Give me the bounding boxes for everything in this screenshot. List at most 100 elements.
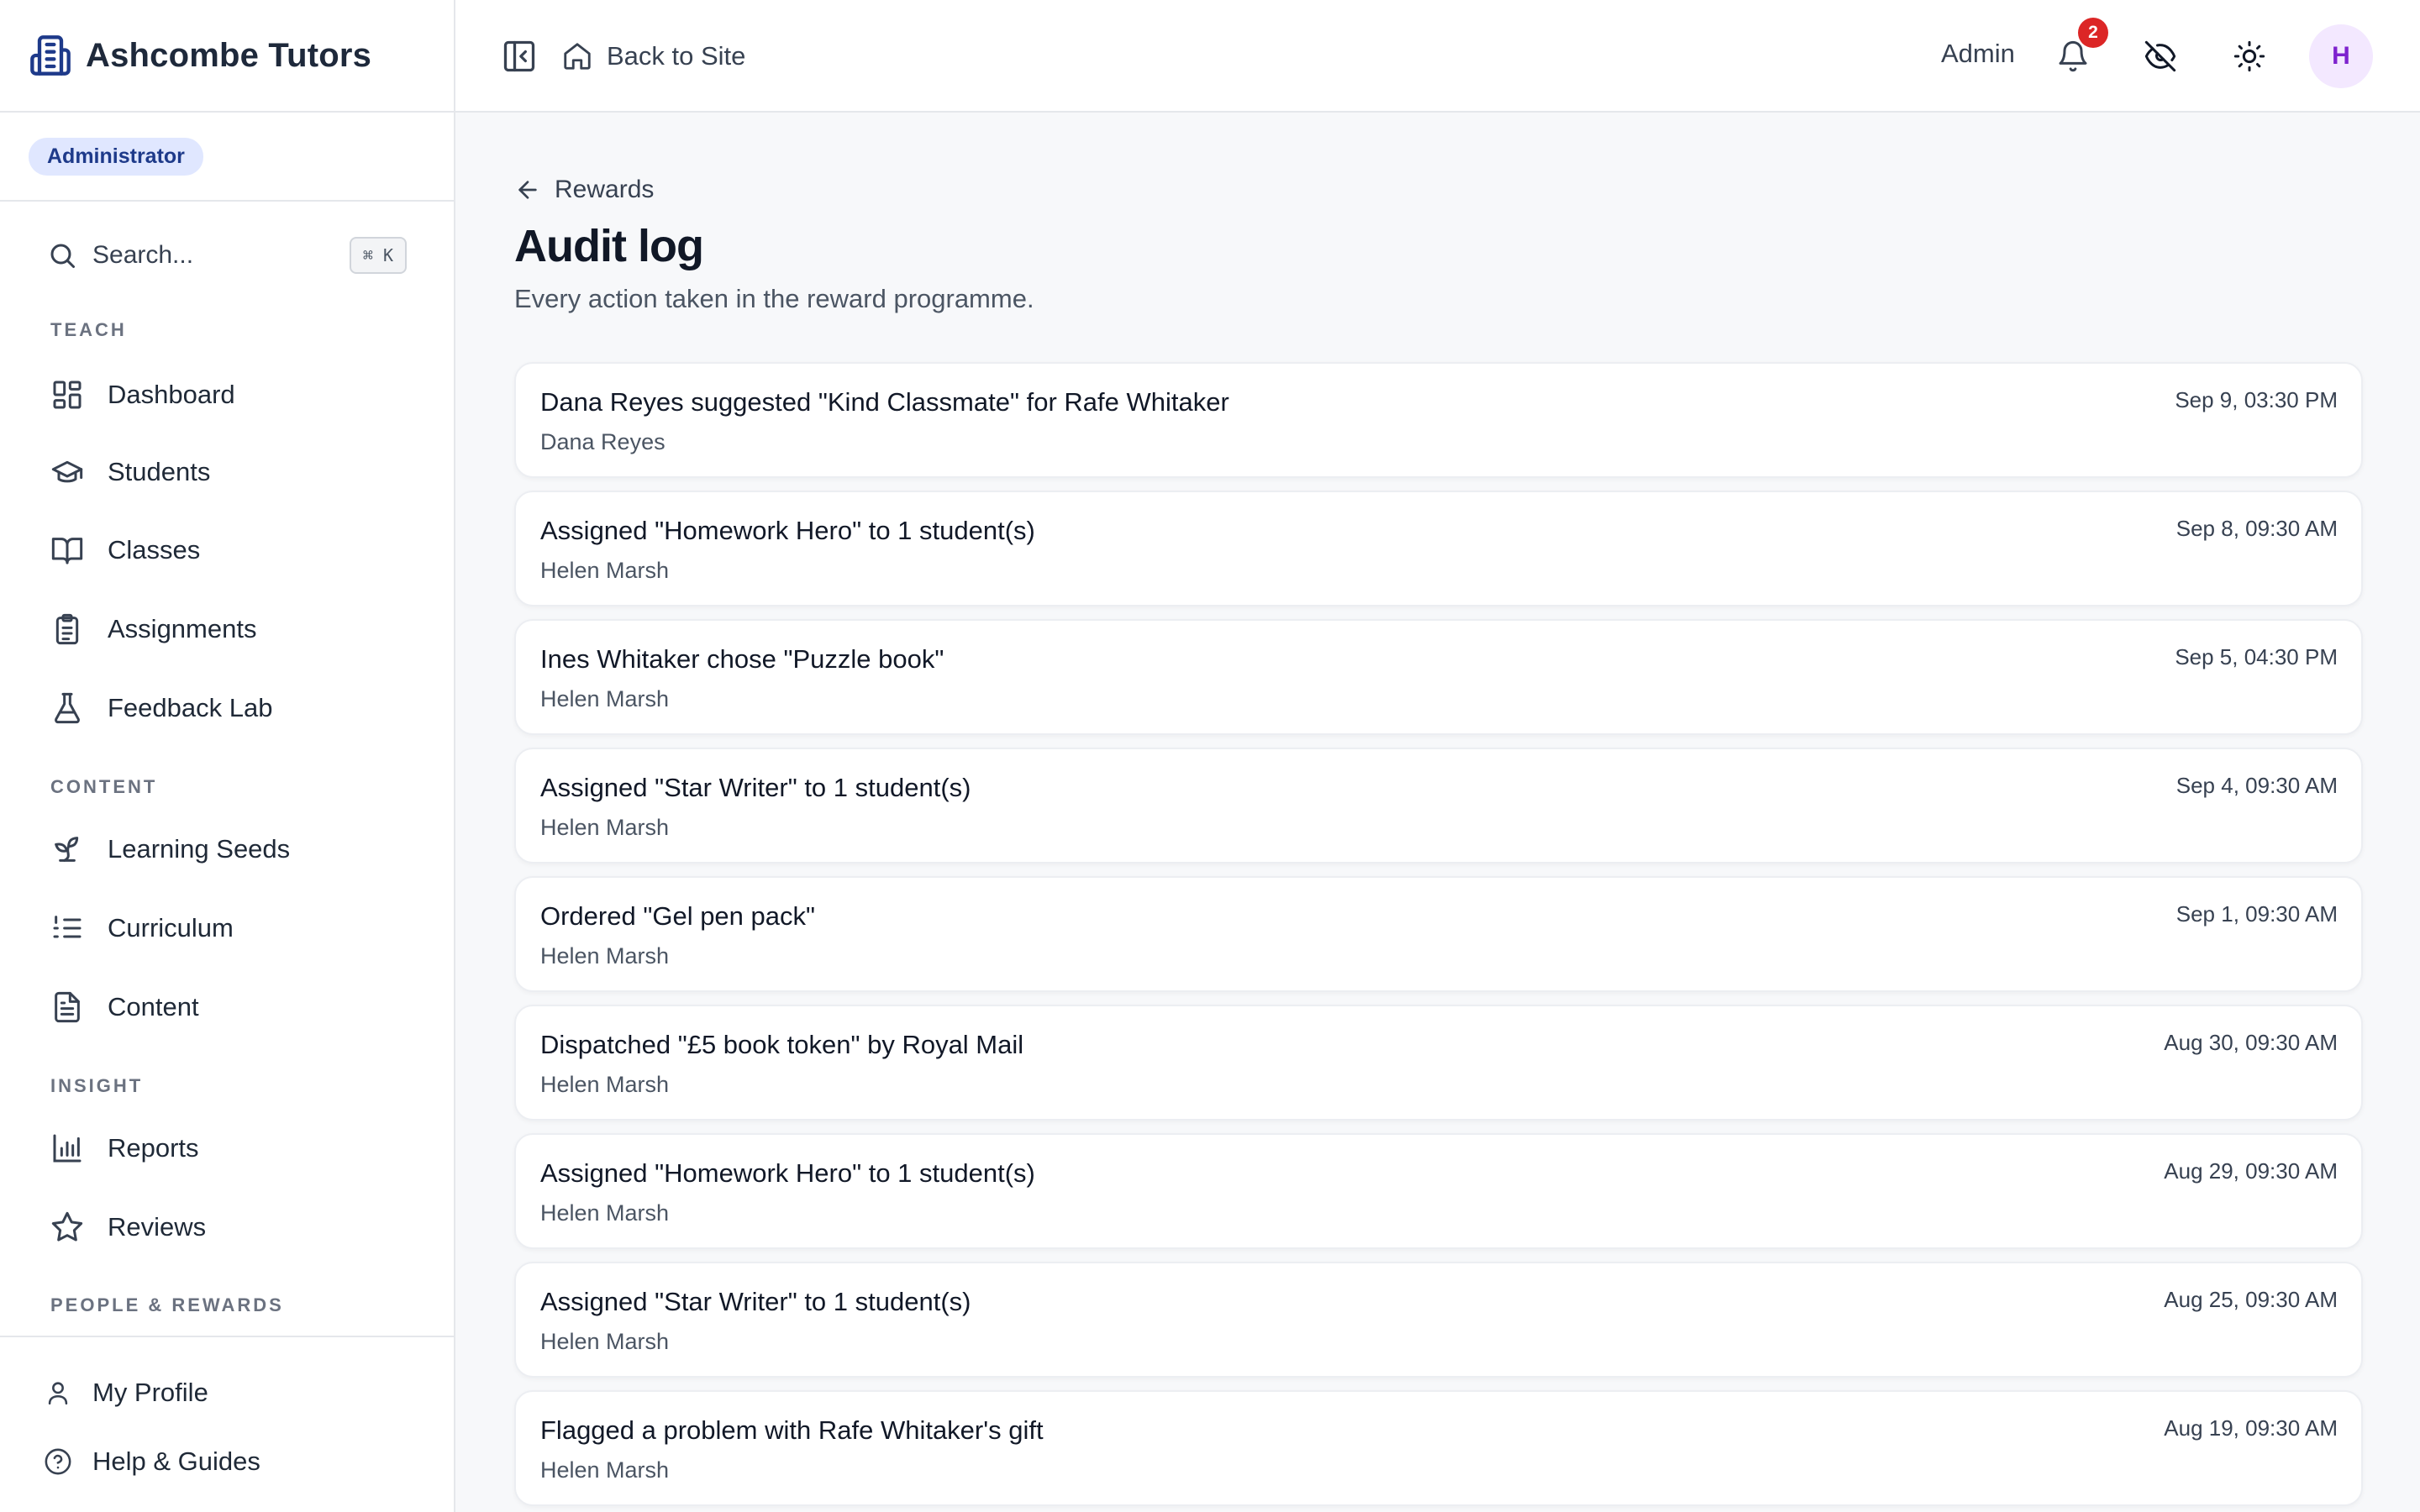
entry-actor: Helen Marsh [540, 1200, 670, 1226]
sidebar-item-label: Students [108, 457, 211, 486]
audit-log-entry: Flagged a problem with Rafe Whitaker's g… [514, 1390, 2363, 1506]
sprout-icon [55, 837, 79, 862]
sidebar-item-label: Classes [108, 535, 201, 564]
search-shortcut: ⌘ K [349, 237, 407, 274]
section-teach: TEACH [50, 319, 127, 340]
admin-label[interactable]: Admin [1941, 39, 2015, 69]
back-to-site-link[interactable]: Back to Site [561, 35, 745, 77]
entry-action: Ines Whitaker chose "Puzzle book" [540, 644, 944, 674]
entry-action: Dispatched "£5 book token" by Royal Mail [540, 1030, 1024, 1059]
entry-action: Assigned "Homework Hero" to 1 student(s) [540, 1158, 1035, 1188]
search-label: Search... [92, 241, 194, 269]
sidebar-item-reviews[interactable]: Reviews [50, 1202, 206, 1252]
audit-log-entry: Dispatched "£5 book token" by Royal Mail… [514, 1005, 2363, 1121]
page-subtitle: Every action taken in the reward program… [514, 284, 1034, 313]
entry-timestamp: Sep 8, 09:30 AM [2175, 516, 2338, 541]
entry-action: Assigned "Star Writer" to 1 student(s) [540, 1287, 971, 1316]
sidebar-item-label: Reviews [108, 1212, 207, 1242]
section-content: CONTENT [50, 776, 158, 797]
sidebar-item-classes[interactable]: Classes [50, 525, 200, 575]
audit-log-entry: Ines Whitaker chose "Puzzle book" Helen … [514, 619, 2363, 735]
entry-timestamp: Aug 30, 09:30 AM [2164, 1030, 2338, 1055]
sidebar-item-label: Reports [108, 1133, 199, 1163]
breadcrumb-back-link[interactable]: Rewards [514, 171, 654, 208]
help-circle-icon [45, 1448, 71, 1475]
theme-toggle-button[interactable] [2230, 37, 2269, 76]
topbar: Back to Site Admin 2 H [455, 0, 2420, 113]
entry-timestamp: Aug 19, 09:30 AM [2164, 1415, 2338, 1441]
audit-log-entry: Dana Reyes suggested "Kind Classmate" fo… [514, 362, 2363, 478]
sidebar-footer: My Profile Help & Guides [0, 1336, 454, 1512]
arrow-left-icon [518, 181, 537, 199]
sidebar-item-learning-seeds[interactable]: Learning Seeds [50, 824, 290, 874]
sidebar-search[interactable]: Search... ⌘ K [47, 235, 407, 276]
entry-action: Assigned "Homework Hero" to 1 student(s) [540, 516, 1035, 545]
star-icon [51, 1211, 83, 1242]
sidebar-item-label: Content [108, 992, 199, 1021]
entry-action: Assigned "Star Writer" to 1 student(s) [540, 773, 971, 802]
audit-log-entry: Assigned "Homework Hero" to 1 student(s)… [514, 491, 2363, 606]
search-icon [50, 244, 75, 268]
sidebar-item-reports[interactable]: Reports [50, 1123, 199, 1173]
sun-icon [2233, 40, 2265, 72]
entry-action: Flagged a problem with Rafe Whitaker's g… [540, 1415, 1044, 1445]
entry-actor: Dana Reyes [540, 429, 666, 454]
flask-icon [55, 692, 80, 724]
breadcrumb-label: Rewards [555, 176, 655, 203]
clipboard-list-icon [55, 613, 79, 645]
entry-action: Dana Reyes suggested "Kind Classmate" fo… [540, 387, 1229, 417]
notification-count-badge: 2 [2078, 18, 2108, 48]
entry-timestamp: Sep 1, 09:30 AM [2175, 901, 2338, 927]
collapse-sidebar-button[interactable] [501, 38, 538, 75]
entry-timestamp: Aug 29, 09:30 AM [2164, 1158, 2338, 1184]
brand[interactable]: Ashcombe Tutors [0, 0, 454, 113]
sidebar-item-label: Curriculum [108, 913, 234, 942]
file-text-icon [55, 991, 80, 1023]
building-icon [30, 35, 71, 76]
entry-timestamp: Aug 25, 09:30 AM [2164, 1287, 2338, 1312]
dashboard-icon [53, 381, 82, 409]
entry-actor: Helen Marsh [540, 558, 670, 583]
entry-actor: Helen Marsh [540, 1457, 670, 1483]
home-icon [564, 43, 591, 70]
audit-log-entry: Ordered "Gel pen pack" Helen Marsh Sep 1… [514, 876, 2363, 992]
sidebar-item-curriculum[interactable]: Curriculum [50, 903, 234, 953]
entry-actor: Helen Marsh [540, 1072, 670, 1097]
avatar[interactable]: H [2309, 24, 2373, 88]
sidebar-item-dashboard[interactable]: Dashboard [50, 370, 235, 420]
sidebar-item-label: My Profile [92, 1378, 208, 1407]
sidebar-item-assignments[interactable]: Assignments [50, 604, 256, 654]
sidebar-item-help[interactable]: Help & Guides [44, 1438, 260, 1485]
role-badge: Administrator [29, 137, 203, 176]
panel-collapse-icon [503, 40, 535, 72]
sidebar-item-students[interactable]: Students [50, 447, 210, 497]
graduation-cap-icon [51, 460, 83, 483]
sidebar: Ashcombe Tutors Administrator Search... … [0, 0, 455, 1512]
toggle-visibility-button[interactable] [2141, 37, 2180, 76]
sidebar-item-label: Help & Guides [92, 1446, 260, 1476]
audit-log-entry: Assigned "Star Writer" to 1 student(s) H… [514, 1262, 2363, 1378]
app-root: Ashcombe Tutors Administrator Search... … [0, 0, 2420, 1512]
entry-timestamp: Sep 9, 03:30 PM [2175, 387, 2338, 412]
section-insight: INSIGHT [50, 1075, 144, 1096]
book-open-icon [51, 538, 83, 564]
sidebar-item-content[interactable]: Content [50, 982, 199, 1032]
sidebar-item-label: Dashboard [108, 380, 235, 409]
user-icon [48, 1382, 68, 1405]
entry-action: Ordered "Gel pen pack" [540, 901, 816, 931]
section-people-rewards: PEOPLE & REWARDS [50, 1294, 284, 1315]
role-area: Administrator [0, 113, 454, 202]
sidebar-item-my-profile[interactable]: My Profile [44, 1369, 208, 1416]
audit-log-entry: Assigned "Homework Hero" to 1 student(s)… [514, 1133, 2363, 1249]
entry-timestamp: Sep 4, 09:30 AM [2175, 773, 2338, 798]
sidebar-item-feedback-lab[interactable]: Feedback Lab [50, 683, 272, 733]
eye-off-icon [2144, 40, 2176, 72]
sidebar-item-label: Feedback Lab [108, 693, 273, 722]
bar-chart-icon [53, 1134, 82, 1163]
entry-actor: Helen Marsh [540, 686, 670, 711]
entry-actor: Helen Marsh [540, 815, 670, 840]
entry-timestamp: Sep 5, 04:30 PM [2175, 644, 2338, 669]
list-ordered-icon [53, 916, 82, 938]
audit-log-entry: Assigned "Star Writer" to 1 student(s) H… [514, 748, 2363, 864]
sidebar-item-label: Assignments [108, 614, 257, 643]
